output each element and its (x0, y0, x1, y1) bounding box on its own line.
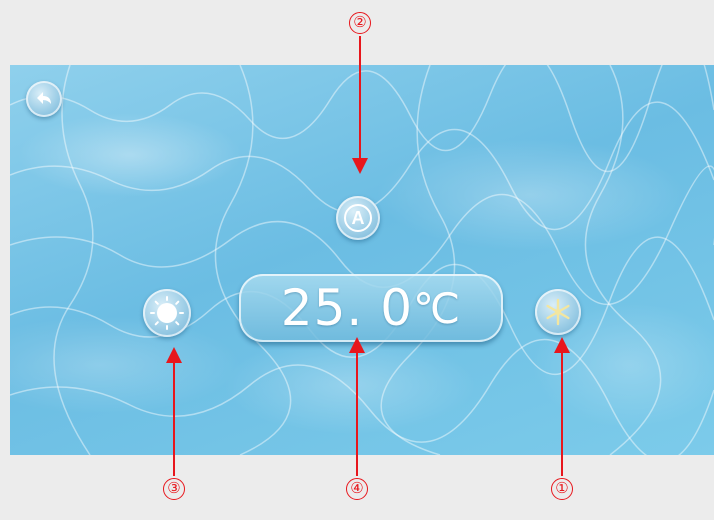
temperature-value: 25. 0 (280, 279, 414, 337)
sun-icon (150, 296, 184, 330)
heating-mode-button[interactable] (143, 289, 191, 337)
back-arrow-icon (37, 92, 51, 104)
auto-mode-label: A (351, 207, 365, 228)
callout-4: ④ (346, 478, 368, 500)
cooling-mode-button[interactable] (535, 289, 581, 335)
water-caustics-background (10, 65, 714, 455)
thermostat-screen: A 25. 0 ℃ (10, 65, 714, 455)
callout-3: ③ (163, 478, 185, 500)
temperature-display[interactable]: 25. 0 ℃ (239, 274, 503, 342)
auto-mode-button[interactable]: A (336, 196, 380, 240)
temperature-unit: ℃ (413, 283, 462, 333)
back-button[interactable] (26, 81, 62, 117)
snowflake-icon (546, 298, 570, 326)
callout-1: ① (551, 478, 573, 500)
callout-2: ② (349, 12, 371, 34)
